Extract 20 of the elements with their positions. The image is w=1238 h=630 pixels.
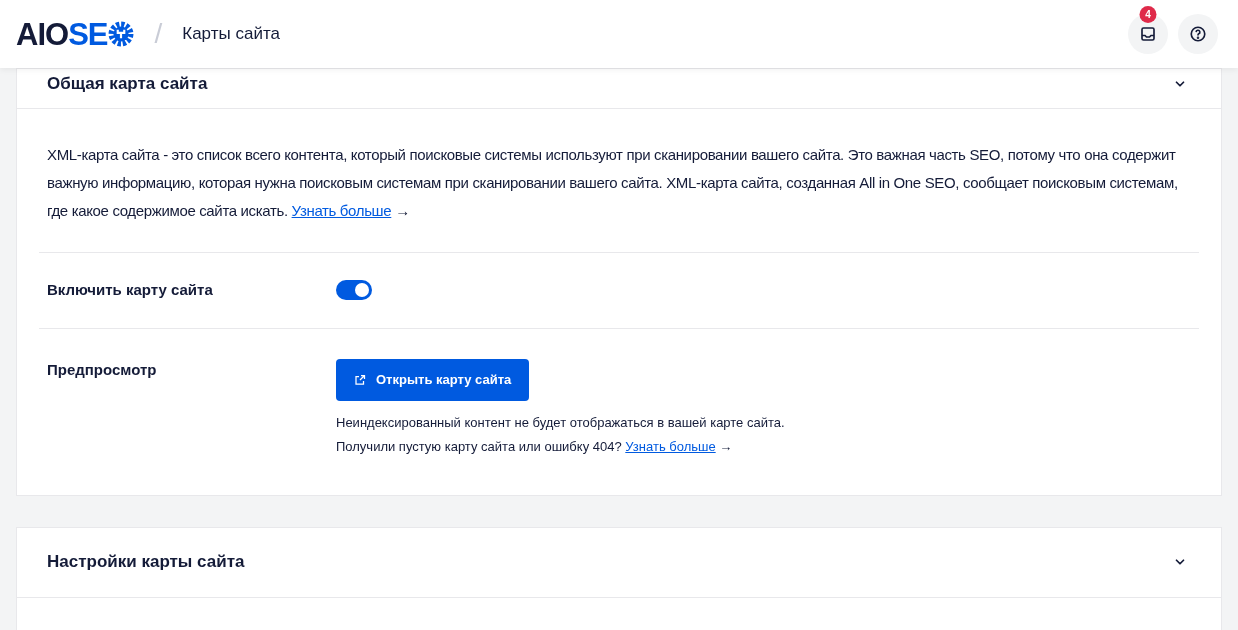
learn-more-link[interactable]: Узнать больше — [625, 438, 716, 454]
external-link-icon — [354, 373, 366, 386]
note-text: Неиндексированный контент не будет отображаться в вашей карте сайта. — [336, 413, 785, 432]
setting-label: Включить карту сайта — [47, 280, 214, 300]
help-icon — [1189, 25, 1207, 43]
toggle-switch[interactable] — [336, 280, 372, 301]
breadcrumb-separator: / — [154, 17, 163, 51]
logo-text: SE — [68, 18, 108, 50]
card-title: Настройки карты сайта — [47, 551, 245, 574]
gear-icon — [108, 21, 135, 47]
help-button[interactable] — [1178, 14, 1218, 54]
help-text: Получили пустую карту сайта или ошибку 404? Узнать больше → — [336, 437, 734, 456]
open-sitemap-button[interactable]: Открыть карту сайта — [336, 358, 530, 401]
breadcrumb-text: Карты сайта — [182, 23, 280, 46]
setting-label: Предпросмотр — [47, 359, 158, 380]
logo-text: AIO — [16, 18, 69, 50]
inbox-icon — [1139, 25, 1157, 43]
description-text: XML-карта сайта - это список всего контента, который поисковые системы используют при сканировании вашего сайта. Это важная часть SEO, потому что она содержит важную информацию, которая нужна поисковым системам при сканировании вашего сайта. XML-карта сайта, созданная All in One SEO, сообщает поисковым системам, где какое содержимое сайта искать. Узнать больше → — [47, 145, 1179, 221]
learn-more-link[interactable]: Узнать больше — [291, 202, 392, 219]
card-title: Общая карта сайта — [47, 73, 208, 96]
